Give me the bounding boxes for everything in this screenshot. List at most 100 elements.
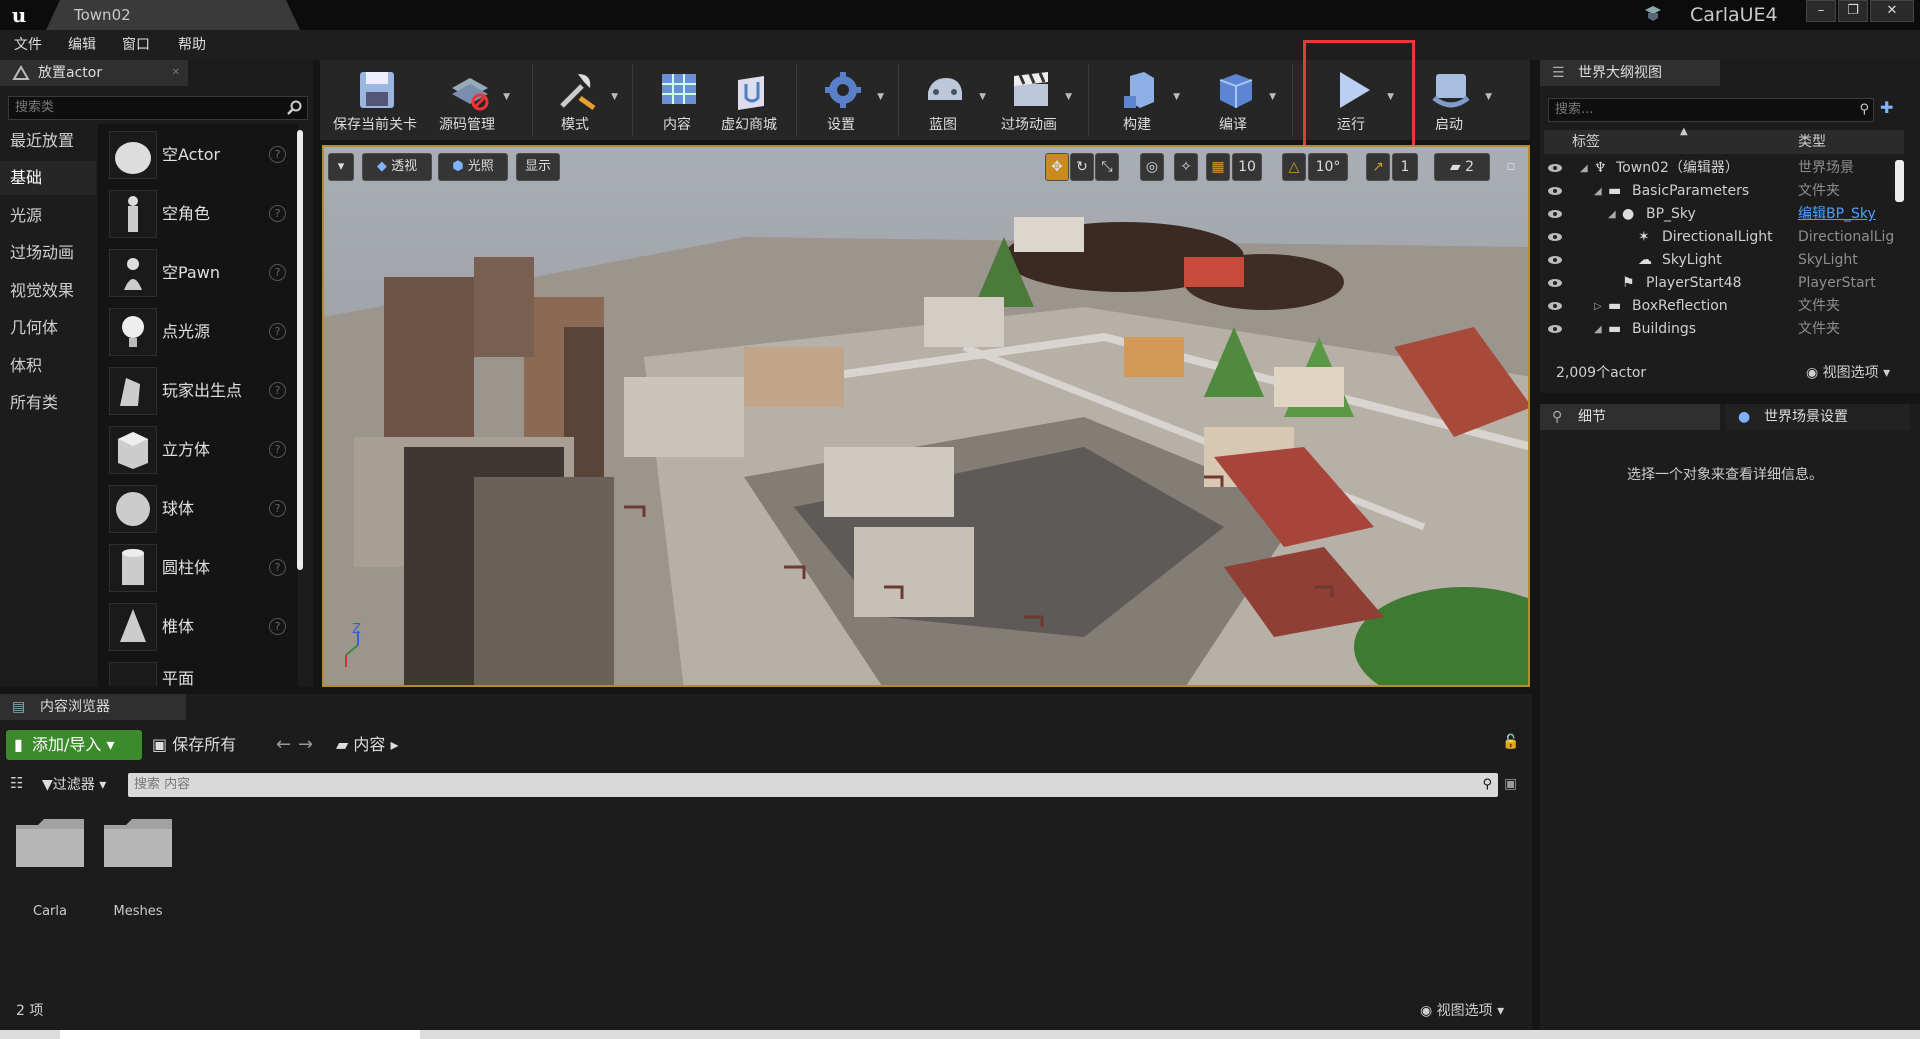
translate-tool-icon[interactable]: ✥ xyxy=(1045,153,1069,181)
category-basic[interactable]: 基础 xyxy=(0,161,96,195)
help-icon[interactable]: ? xyxy=(269,264,286,281)
taskbar-item[interactable] xyxy=(60,1030,420,1039)
folder-carla[interactable] xyxy=(14,815,86,871)
save-search-icon[interactable]: ▣ xyxy=(1504,776,1517,792)
expand-arrow-icon[interactable]: ◢ xyxy=(1594,180,1602,203)
actor-item-plane[interactable]: 平面 xyxy=(104,658,294,686)
scale-snap-icon[interactable]: ↗ xyxy=(1366,153,1390,181)
add-import-button[interactable]: ▮ 添加/导入 ▾ xyxy=(6,730,142,760)
grid-snap-value[interactable]: 10 xyxy=(1232,153,1262,181)
help-icon[interactable]: ? xyxy=(269,618,286,635)
folder-meshes[interactable] xyxy=(102,815,174,871)
cinematics-button[interactable]: 过场动画 ▼ xyxy=(986,64,1072,136)
outliner-row[interactable]: ◢ ♆ Town02（编辑器） 世界场景 xyxy=(1544,157,1898,180)
outliner-row[interactable]: ✶ DirectionalLight DirectionalLig xyxy=(1544,226,1898,249)
outliner-row[interactable]: ◢ ▬ BasicParameters 文件夹 xyxy=(1544,180,1898,203)
outliner-add-icon[interactable]: ✚ xyxy=(1880,98,1893,117)
build-button[interactable]: 构建 ▼ xyxy=(1094,64,1180,136)
outliner-row[interactable]: ☁ SkyLight SkyLight xyxy=(1544,249,1898,272)
menu-edit[interactable]: 编辑 xyxy=(62,30,102,60)
marketplace-button[interactable]: 虚幻商城 xyxy=(706,64,792,136)
content-search-input[interactable]: 搜索 内容 ⚲ xyxy=(128,773,1498,797)
settings-button[interactable]: 设置 ▼ xyxy=(798,64,884,136)
actor-item-empty-character[interactable]: 空角色? xyxy=(104,186,294,242)
tab-place-actors[interactable]: 放置actor ✕ xyxy=(0,60,188,86)
launch-button[interactable]: 启动 ▼ xyxy=(1406,64,1492,136)
category-geometry[interactable]: 几何体 xyxy=(0,311,96,345)
actor-list-scrollbar[interactable] xyxy=(297,130,303,570)
save-all-button[interactable]: ▣ 保存所有 xyxy=(152,730,236,760)
compile-button[interactable]: 编译 ▼ xyxy=(1190,64,1276,136)
actor-item-empty-actor[interactable]: 空Actor? xyxy=(104,127,294,183)
actor-item-sphere[interactable]: 球体? xyxy=(104,481,294,537)
path-root[interactable]: ▰ 内容 ▸ xyxy=(336,730,399,760)
outliner-row[interactable]: ⚑ PlayerStart48 PlayerStart xyxy=(1544,272,1898,295)
maximize-viewport-icon[interactable]: ▫ xyxy=(1500,153,1522,181)
place-actors-search-input[interactable]: 搜索类 xyxy=(8,96,308,120)
category-volumes[interactable]: 体积 xyxy=(0,349,96,383)
outliner-row[interactable]: ◢ ▬ Buildings 文件夹 xyxy=(1544,318,1898,341)
maximize-button[interactable]: ❐ xyxy=(1838,0,1868,22)
outliner-search-input[interactable]: 搜索... ⚲ xyxy=(1548,98,1874,122)
lock-icon[interactable]: 🔓 xyxy=(1502,734,1519,750)
tab-close-icon[interactable]: ✕ xyxy=(172,60,180,86)
tab-details[interactable]: ⚲ 细节 xyxy=(1540,404,1720,430)
surface-snap-icon[interactable]: ✧ xyxy=(1174,153,1198,181)
outliner-row[interactable]: ▷ ▬ BoxReflection 文件夹 xyxy=(1544,295,1898,318)
collapsed-arrow-icon[interactable]: ▷ xyxy=(1594,295,1602,318)
category-visual-effects[interactable]: 视觉效果 xyxy=(0,274,96,308)
help-icon[interactable]: ? xyxy=(269,146,286,163)
rotation-snap-icon[interactable]: △ xyxy=(1282,153,1306,181)
help-icon[interactable]: ? xyxy=(269,323,286,340)
outliner-scrollbar[interactable] xyxy=(1895,160,1904,202)
level-viewport[interactable]: Z xyxy=(322,145,1530,687)
camera-speed-button[interactable]: ▰ 2 xyxy=(1434,153,1490,181)
minimize-button[interactable]: – xyxy=(1806,0,1836,22)
close-button[interactable]: ✕ xyxy=(1870,0,1914,22)
perspective-button[interactable]: ◆ 透视 xyxy=(362,153,432,181)
outliner-row[interactable]: ◢ ● BP_Sky 编辑BP_Sky xyxy=(1544,203,1898,226)
edit-blueprint-link[interactable]: 编辑BP_Sky xyxy=(1798,203,1898,226)
category-cinematic[interactable]: 过场动画 xyxy=(0,236,96,270)
forward-arrow-icon[interactable]: → xyxy=(298,730,313,760)
world-local-icon[interactable]: ◎ xyxy=(1140,153,1164,181)
outliner-view-options[interactable]: ◉ 视图选项 ▾ xyxy=(1806,362,1890,382)
actor-item-cube[interactable]: 立方体? xyxy=(104,422,294,478)
content-view-options[interactable]: ◉ 视图选项 ▾ xyxy=(1420,1000,1504,1020)
back-arrow-icon[interactable]: ← xyxy=(276,730,291,760)
column-type-header[interactable]: 类型 xyxy=(1798,130,1826,154)
modes-button[interactable]: 模式 ▼ xyxy=(532,64,618,136)
actor-item-cylinder[interactable]: 圆柱体? xyxy=(104,540,294,596)
grid-snap-icon[interactable]: ▦ xyxy=(1206,153,1230,181)
help-icon[interactable]: ? xyxy=(269,205,286,222)
blueprints-button[interactable]: 蓝图 ▼ xyxy=(900,64,986,136)
actor-item-player-start[interactable]: 玩家出生点? xyxy=(104,363,294,419)
actor-item-cone[interactable]: 椎体? xyxy=(104,599,294,655)
help-icon[interactable]: ? xyxy=(269,559,286,576)
expand-arrow-icon[interactable]: ◢ xyxy=(1608,203,1616,226)
rotate-tool-icon[interactable]: ↻ xyxy=(1070,153,1094,181)
help-icon[interactable]: ? xyxy=(269,500,286,517)
lit-mode-button[interactable]: ⬢ 光照 xyxy=(438,153,508,181)
expand-arrow-icon[interactable]: ◢ xyxy=(1594,318,1602,341)
viewport-options-button[interactable]: ▾ xyxy=(328,153,354,181)
actor-item-empty-pawn[interactable]: 空Pawn? xyxy=(104,245,294,301)
sources-toggle-icon[interactable]: ☷ xyxy=(10,774,23,792)
menu-file[interactable]: 文件 xyxy=(8,30,48,60)
scale-tool-icon[interactable]: ⤡ xyxy=(1095,153,1119,181)
scale-snap-value[interactable]: 1 xyxy=(1392,153,1418,181)
actor-item-point-light[interactable]: 点光源? xyxy=(104,304,294,360)
filters-button[interactable]: ▼过滤器 ▾ xyxy=(42,774,106,794)
show-button[interactable]: 显示 xyxy=(516,153,560,181)
unreal-logo-icon[interactable]: u xyxy=(6,2,32,28)
category-lights[interactable]: 光源 xyxy=(0,199,96,233)
tab-world-outliner[interactable]: ☰ 世界大纲视图 xyxy=(1540,60,1720,86)
expand-arrow-icon[interactable]: ◢ xyxy=(1580,157,1588,180)
source-control-button[interactable]: 源码管理 ▼ xyxy=(424,64,510,136)
menu-window[interactable]: 窗口 xyxy=(116,30,156,60)
category-all-classes[interactable]: 所有类 xyxy=(0,386,96,420)
column-label-header[interactable]: 标签 xyxy=(1572,130,1600,154)
level-tab[interactable]: Town02 xyxy=(46,0,300,30)
rotation-snap-value[interactable]: 10° xyxy=(1308,153,1348,181)
save-level-button[interactable]: 保存当前关卡 xyxy=(332,64,418,136)
